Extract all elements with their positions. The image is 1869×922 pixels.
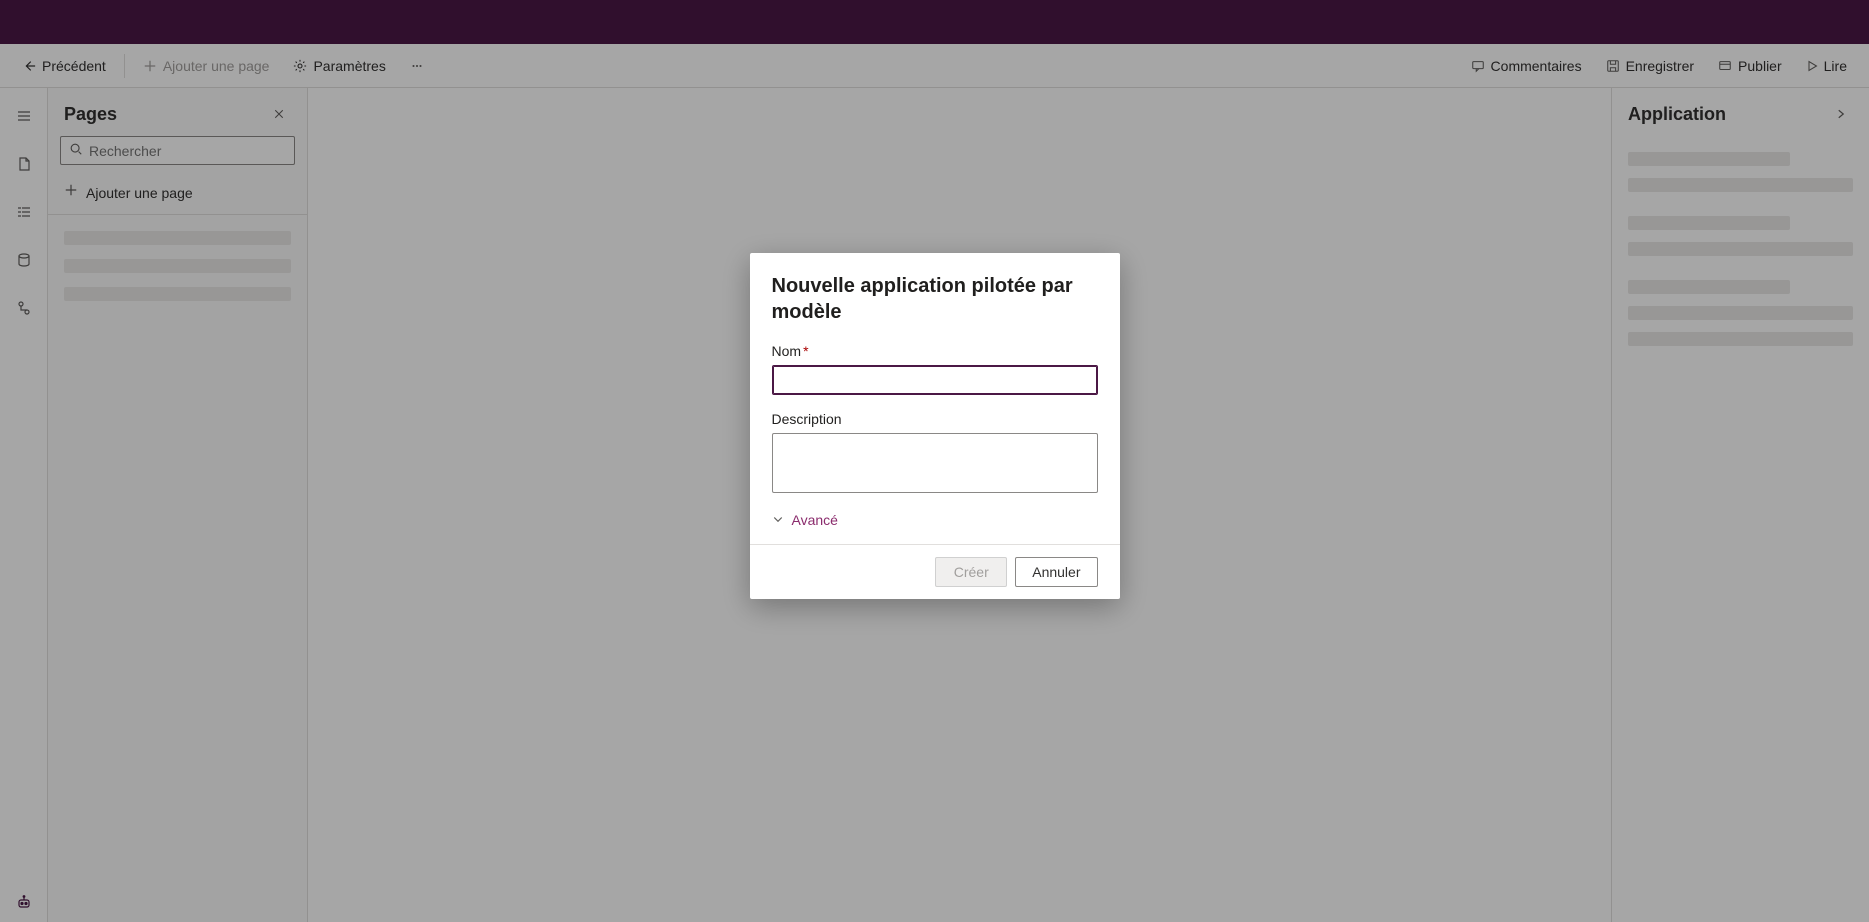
chevron-down-icon — [772, 513, 784, 528]
name-label: Nom* — [772, 343, 1098, 359]
description-label: Description — [772, 411, 1098, 427]
advanced-toggle[interactable]: Avancé — [772, 512, 1098, 528]
cancel-button[interactable]: Annuler — [1015, 557, 1097, 587]
advanced-label: Avancé — [792, 512, 838, 528]
description-textarea[interactable] — [772, 433, 1098, 493]
modal-overlay[interactable]: Nouvelle application pilotée par modèle … — [0, 0, 1869, 922]
create-button[interactable]: Créer — [935, 557, 1007, 587]
new-app-dialog: Nouvelle application pilotée par modèle … — [750, 253, 1120, 599]
dialog-title: Nouvelle application pilotée par modèle — [772, 273, 1098, 325]
name-input[interactable] — [772, 365, 1098, 395]
